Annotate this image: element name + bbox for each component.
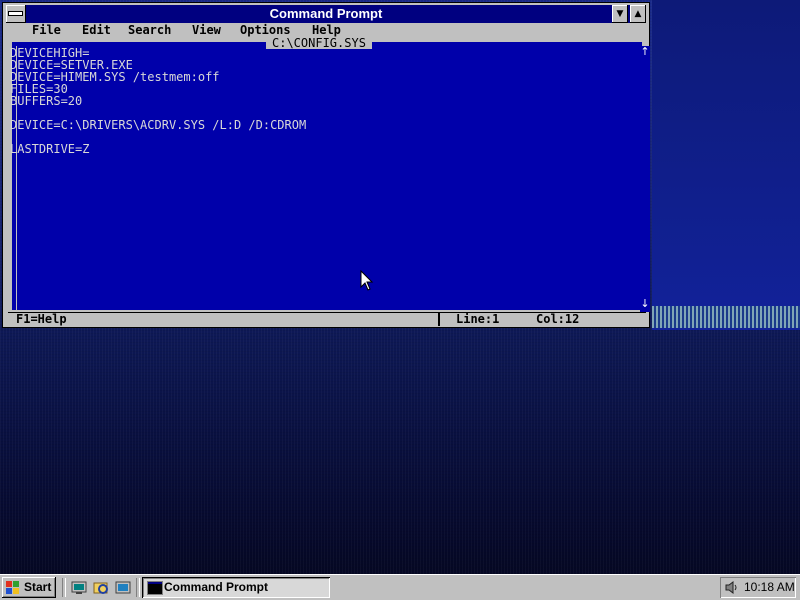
- minimize-arrow-icon[interactable]: ▼: [612, 5, 628, 23]
- browser-icon[interactable]: [114, 579, 132, 596]
- window-titlebar[interactable]: Command Prompt: [6, 5, 646, 23]
- status-line: Line:1: [456, 312, 500, 326]
- desktop-background-right: [652, 0, 800, 330]
- command-prompt-window: Command Prompt ▼ ▲ File Edit Search View…: [2, 2, 650, 328]
- status-help: F1=Help: [16, 312, 67, 326]
- status-divider: [438, 312, 440, 326]
- command-prompt-icon: [147, 581, 163, 595]
- menu-bar: File Edit Search View Options Help: [8, 23, 644, 37]
- task-label: Command Prompt: [164, 580, 269, 594]
- system-menu-icon[interactable]: [6, 5, 26, 23]
- scroll-down-arrow-icon[interactable]: ↓: [640, 298, 650, 310]
- menu-help[interactable]: Help: [312, 23, 341, 37]
- mouse-pointer-icon: [360, 270, 374, 291]
- menu-options[interactable]: Options: [240, 23, 291, 37]
- system-tray: 10:18 AM: [720, 577, 796, 598]
- taskbar-button-command-prompt[interactable]: Command Prompt: [142, 577, 330, 598]
- menu-search[interactable]: Search: [128, 23, 171, 37]
- menu-edit[interactable]: Edit: [82, 23, 111, 37]
- window-title: Command Prompt: [269, 6, 383, 21]
- config-line[interactable]: BUFFERS=20: [10, 95, 82, 107]
- quick-launch-separator: [62, 578, 66, 597]
- taskbar: Start Command Prompt 10:18 AM: [0, 574, 800, 600]
- start-label: Start: [24, 580, 52, 594]
- start-button[interactable]: Start: [2, 577, 56, 598]
- scroll-up-arrow-icon[interactable]: ↑: [640, 46, 650, 58]
- desktop-stripe-pattern: [652, 306, 800, 328]
- windows-logo-icon: [6, 581, 19, 594]
- menu-file[interactable]: File: [32, 23, 61, 37]
- explorer-icon[interactable]: [92, 579, 110, 596]
- maximize-arrow-icon[interactable]: ▲: [630, 5, 646, 23]
- status-bar: F1=Help Line:1 Col:12: [8, 312, 646, 326]
- desktop-icon[interactable]: [70, 579, 88, 596]
- vertical-scrollbar[interactable]: [640, 46, 650, 312]
- quick-launch-separator: [136, 578, 140, 597]
- menu-view[interactable]: View: [192, 23, 221, 37]
- config-line[interactable]: LASTDRIVE=Z: [10, 143, 89, 155]
- config-line[interactable]: DEVICE=C:\DRIVERS\ACDRV.SYS /L:D /D:CDRO…: [10, 119, 306, 131]
- clock[interactable]: 10:18 AM: [744, 577, 795, 598]
- speaker-icon[interactable]: [725, 581, 739, 594]
- status-col: Col:12: [536, 312, 580, 326]
- document-title: C:\CONFIG.SYS: [266, 37, 372, 49]
